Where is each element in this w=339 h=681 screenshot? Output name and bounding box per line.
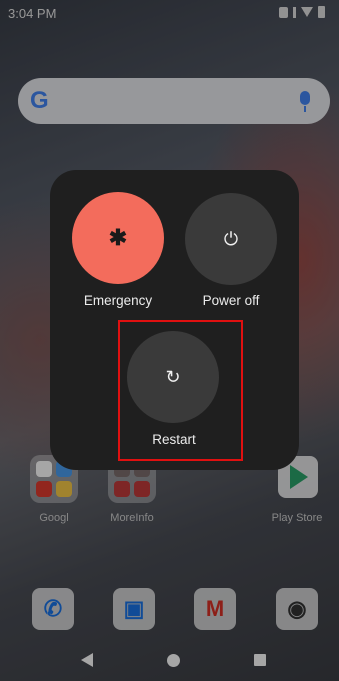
- power-off-button[interactable]: ⏻: [185, 193, 277, 285]
- home-screen: 3:04 PM G Googl MoreInfo Play Store ✆ ▣ …: [0, 0, 339, 681]
- power-off-label: Power off: [202, 293, 260, 308]
- emergency-button[interactable]: ✱: [72, 192, 164, 284]
- asterisk-icon: ✱: [108, 225, 128, 250]
- restart-highlight-box: [118, 320, 243, 461]
- emergency-label: Emergency: [83, 293, 153, 308]
- power-icon: ⏻: [223, 228, 239, 249]
